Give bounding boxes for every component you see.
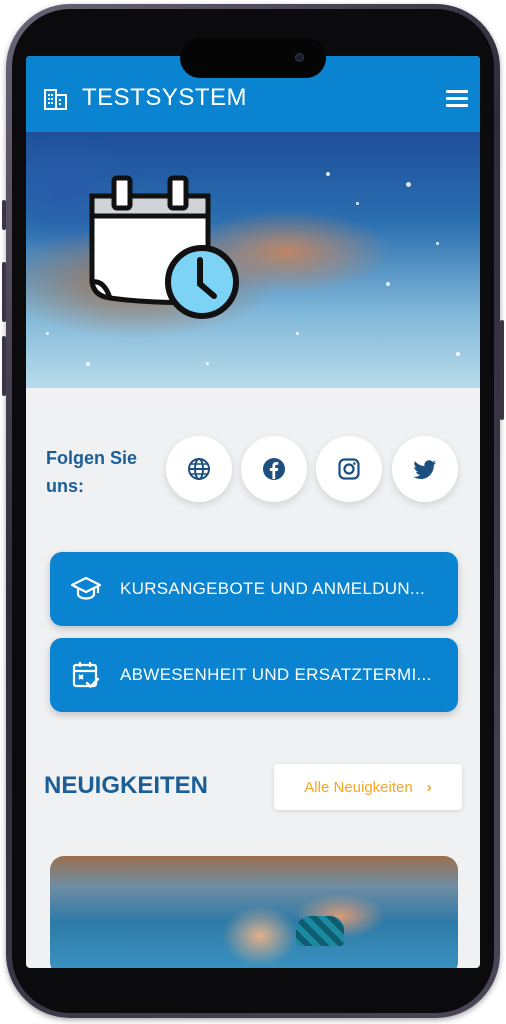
all-news-button[interactable]: Alle Neuigkeiten › [274,764,462,810]
chevron-right-icon: › [426,778,432,796]
dynamic-island [180,38,326,78]
phone-power-button [500,320,504,420]
phone-volume-up [2,262,6,322]
graduation-cap-icon [70,573,102,605]
courses-button-label: KURSANGEBOTE UND ANMELDUN... [120,579,426,598]
globe-icon [188,458,210,480]
calendar-clock-icon [89,175,239,319]
website-button[interactable] [166,436,232,502]
calendar-check-icon [70,659,102,691]
phone-side-button [2,200,6,230]
courses-button[interactable]: KURSANGEBOTE UND ANMELDUN... [50,552,458,626]
follow-us-label: Folgen Sie uns: [46,448,138,496]
twitter-icon [413,460,436,479]
all-news-label: Alle Neuigkeiten [304,778,413,796]
hamburger-menu-icon[interactable] [446,90,468,108]
news-heading: NEUIGKEITEN [44,772,209,799]
swim-cap [296,916,344,946]
instagram-icon [338,458,360,480]
app-title[interactable]: TESTSYSTEM [82,84,247,112]
absence-button-label: ABWESENHEIT UND ERSATZTERMI... [120,665,432,684]
twitter-button[interactable] [392,436,458,502]
phone-volume-down [2,336,6,396]
camera-icon [295,53,304,62]
facebook-icon [263,458,285,480]
building-icon [44,89,67,110]
news-card-image[interactable] [50,856,458,968]
hero-image [26,132,480,388]
app-screen: TESTSYSTEM Folgen Sie uns: KURSANGEBOTE … [26,56,480,968]
absence-button[interactable]: ABWESENHEIT UND ERSATZTERMI... [50,638,458,712]
instagram-button[interactable] [316,436,382,502]
facebook-button[interactable] [241,436,307,502]
